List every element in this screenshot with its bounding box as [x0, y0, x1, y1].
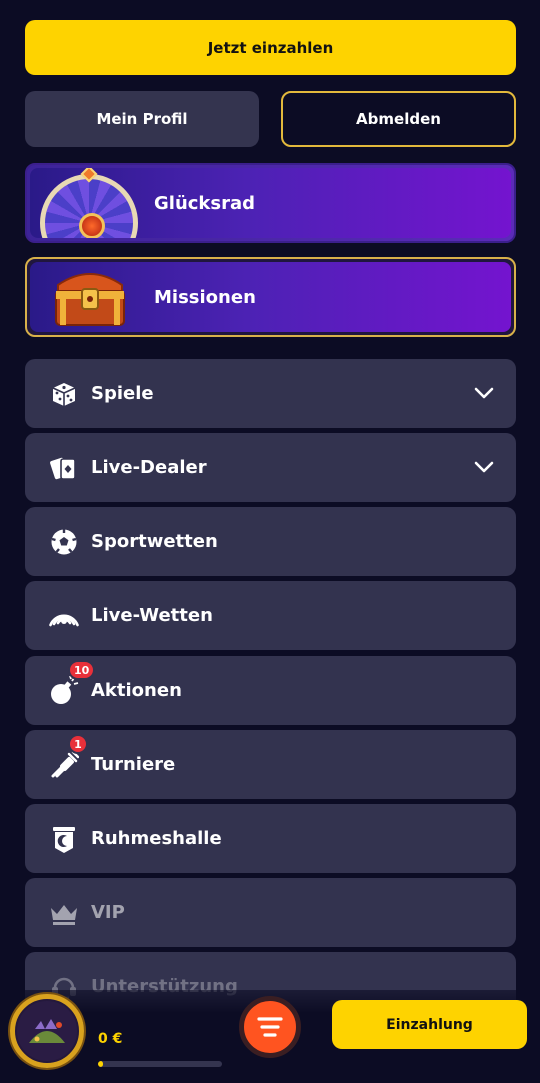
menu-item-label: Sportwetten: [91, 531, 218, 552]
wheel-of-fortune-banner[interactable]: Glücksrad: [25, 163, 516, 243]
my-profile-button[interactable]: Mein Profil: [25, 91, 259, 147]
chevron-down-icon[interactable]: [474, 385, 494, 401]
crown-icon: [51, 905, 77, 925]
notification-badge: 1: [68, 734, 88, 754]
logout-button[interactable]: Abmelden: [281, 91, 516, 147]
deposit-label: Einzahlung: [386, 1016, 473, 1033]
menu-button[interactable]: [239, 996, 301, 1058]
menu-item-label: Spiele: [91, 383, 154, 404]
level-progress-fill: [98, 1061, 103, 1067]
dice-icon: [52, 383, 76, 406]
menu-item-label: Aktionen: [91, 680, 182, 701]
chevron-down-icon[interactable]: [474, 459, 494, 475]
notification-badge: 10: [68, 660, 96, 680]
deposit-button[interactable]: Einzahlung: [332, 1000, 527, 1049]
menu-item-label: VIP: [91, 902, 125, 923]
wheel-banner-inner: Glücksrad: [30, 168, 511, 238]
menu-item-label: Live-Wetten: [91, 605, 213, 626]
avatar-emblem-icon: [17, 1001, 77, 1061]
fortune-wheel-icon: [40, 174, 138, 238]
menu-item-hall-of-fame[interactable]: Ruhmeshalle: [25, 804, 516, 873]
my-profile-label: Mein Profil: [96, 110, 188, 128]
menu-item-games[interactable]: Spiele: [25, 359, 516, 428]
soccer-ball-icon: [51, 529, 77, 555]
missions-banner[interactable]: Missionen: [25, 257, 516, 337]
avatar[interactable]: [10, 994, 84, 1068]
treasure-chest-icon: [55, 273, 125, 326]
live-signal-icon: [49, 614, 79, 627]
logout-label: Abmelden: [356, 110, 441, 128]
menu-item-promotions[interactable]: 10 Aktionen: [25, 656, 516, 725]
hall-of-fame-icon: [53, 827, 75, 853]
menu-lines-icon: [257, 1017, 283, 1037]
deposit-now-button[interactable]: Jetzt einzahlen: [25, 20, 516, 75]
missions-banner-inner: Missionen: [30, 262, 511, 332]
menu-item-live-betting[interactable]: Live-Wetten: [25, 581, 516, 650]
menu-item-tournaments[interactable]: 1 Turniere: [25, 730, 516, 799]
cards-icon: [50, 457, 76, 480]
missions-banner-label: Missionen: [154, 286, 256, 308]
menu-item-live-dealer[interactable]: Live-Dealer: [25, 433, 516, 502]
menu-item-label: Turniere: [91, 754, 176, 775]
menu-item-label: Live-Dealer: [91, 457, 207, 478]
menu-item-label: Ruhmeshalle: [91, 828, 222, 849]
deposit-now-label: Jetzt einzahlen: [207, 38, 334, 57]
menu-item-vip[interactable]: VIP: [25, 878, 516, 947]
wheel-banner-label: Glücksrad: [154, 192, 256, 214]
level-progress-bar: [98, 1061, 222, 1067]
bomb-icon: [51, 676, 79, 704]
balance-amount: 0 €: [98, 1031, 123, 1047]
tournament-icon: [51, 750, 79, 778]
menu-item-sports-betting[interactable]: Sportwetten: [25, 507, 516, 576]
